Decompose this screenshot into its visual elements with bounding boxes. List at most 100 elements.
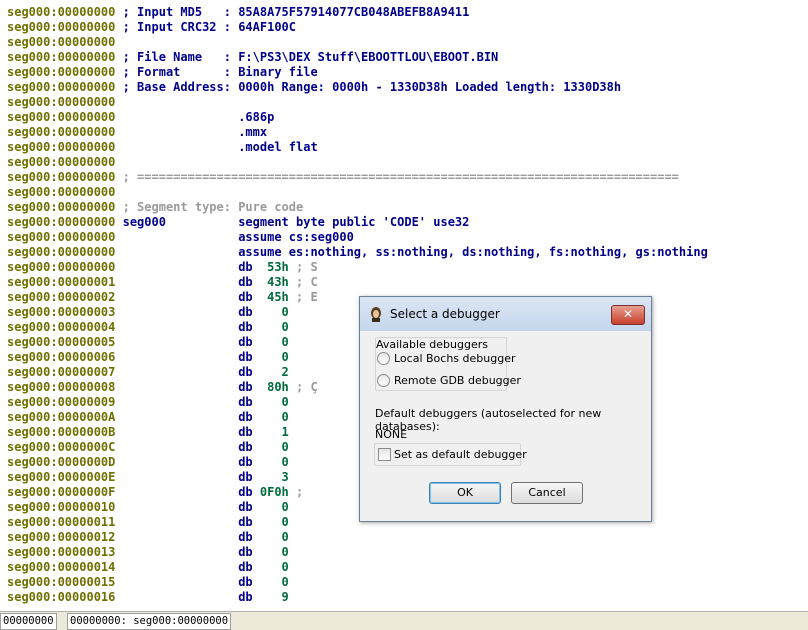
listing-line[interactable]: seg000:00000000 ; Input CRC32 : 64AF100C <box>7 20 296 35</box>
listing-line[interactable]: seg000:00000009 db 0 <box>7 395 289 410</box>
listing-line[interactable]: seg000:0000000A db 0 <box>7 410 289 425</box>
listing-line[interactable]: seg000:00000002 db 45h ; E <box>7 290 318 305</box>
line-text: db <box>115 440 282 454</box>
listing-line[interactable]: seg000:00000000 <box>7 35 115 50</box>
listing-line[interactable]: seg000:00000015 db 0 <box>7 575 289 590</box>
line-text: ; Input MD5 : 85A8A75F57914077CB048ABEFB… <box>115 5 470 19</box>
line-address: seg000:00000013 <box>7 545 116 559</box>
line-text: ; Input CRC32 : 64AF100C <box>115 20 296 34</box>
ok-button[interactable]: OK <box>429 482 501 504</box>
listing-line[interactable]: seg000:00000005 db 0 <box>7 335 289 350</box>
line-text: db <box>115 485 260 499</box>
line-address: seg000:00000000 <box>7 215 116 229</box>
listing-line[interactable]: seg000:00000006 db 0 <box>7 350 289 365</box>
listing-line[interactable]: seg000:00000000 <box>7 155 115 170</box>
line-address: seg000:00000000 <box>7 170 116 184</box>
listing-line[interactable]: seg000:00000007 db 2 <box>7 365 289 380</box>
line-address: seg000:00000000 <box>7 200 116 214</box>
line-address: seg000:00000015 <box>7 575 116 589</box>
line-text: db <box>115 575 282 589</box>
listing-line[interactable]: seg000:00000000 <box>7 185 115 200</box>
listing-line[interactable]: seg000:00000000 assume es:nothing, ss:no… <box>7 245 708 260</box>
line-text: 0 <box>281 305 289 319</box>
line-text: db <box>115 590 282 604</box>
listing-line[interactable]: seg000:00000003 db 0 <box>7 305 289 320</box>
listing-line[interactable]: seg000:00000000 db 53h ; S <box>7 260 318 275</box>
line-text: 3 <box>281 470 289 484</box>
radio-local-bochs[interactable] <box>377 352 390 365</box>
line-text: ; ======================================… <box>115 170 679 184</box>
line-text: db <box>115 455 282 469</box>
line-address: seg000:0000000C <box>7 440 116 454</box>
listing-line[interactable]: seg000:00000000 ; Input MD5 : 85A8A75F57… <box>7 5 469 20</box>
line-text: db <box>115 425 282 439</box>
listing-line[interactable]: seg000:00000012 db 0 <box>7 530 289 545</box>
dialog-title: Select a debugger <box>390 307 500 321</box>
listing-line[interactable]: seg000:00000011 db 0 <box>7 515 289 530</box>
line-text: 0 <box>281 515 289 529</box>
dialog-titlebar[interactable]: Select a debugger ✕ <box>360 297 651 331</box>
line-address: seg000:0000000D <box>7 455 116 469</box>
available-debuggers-label: Available debuggers <box>376 338 488 351</box>
listing-line[interactable]: seg000:00000000 .mmx <box>7 125 267 140</box>
line-text: 0 <box>281 350 289 364</box>
cancel-button[interactable]: Cancel <box>511 482 583 504</box>
listing-line[interactable]: seg000:00000001 db 43h ; C <box>7 275 318 290</box>
line-address: seg000:00000000 <box>7 140 116 154</box>
line-text: 2 <box>281 365 289 379</box>
listing-line[interactable]: seg000:00000000 ; File Name : F:\PS3\DEX… <box>7 50 498 65</box>
line-address: seg000:00000009 <box>7 395 116 409</box>
line-address: seg000:00000001 <box>7 275 116 289</box>
listing-line[interactable]: seg000:00000000 assume cs:seg000 <box>7 230 354 245</box>
set-default-checkbox[interactable] <box>378 448 391 461</box>
listing-line[interactable]: seg000:00000010 db 0 <box>7 500 289 515</box>
listing-line[interactable]: seg000:00000013 db 0 <box>7 545 289 560</box>
line-text: 0 <box>281 440 289 454</box>
listing-line[interactable]: seg000:00000000 seg000 segment byte publ… <box>7 215 469 230</box>
listing-line[interactable]: seg000:00000014 db 0 <box>7 560 289 575</box>
line-text: ; C <box>288 275 318 289</box>
line-text: db <box>115 320 282 334</box>
line-address: seg000:00000000 <box>7 20 116 34</box>
listing-line[interactable]: seg000:00000000 ; Format : Binary file <box>7 65 318 80</box>
listing-line[interactable]: seg000:00000000 ; Base Address: 0000h Ra… <box>7 80 621 95</box>
radio-remote-gdb-label[interactable]: Remote GDB debugger <box>394 374 521 387</box>
line-text: 0 <box>281 545 289 559</box>
listing-line[interactable]: seg000:0000000C db 0 <box>7 440 289 455</box>
line-address: seg000:00000010 <box>7 500 116 514</box>
line-address: seg000:00000000 <box>7 155 116 169</box>
line-text: 0 <box>281 455 289 469</box>
listing-line[interactable]: seg000:00000000 .model flat <box>7 140 318 155</box>
line-address: seg000:00000000 <box>7 35 116 49</box>
listing-line[interactable]: seg000:0000000D db 0 <box>7 455 289 470</box>
line-text: ; File Name : F:\PS3\DEX Stuff\EBOOTTLOU… <box>115 50 499 64</box>
line-address: seg000:00000000 <box>7 185 116 199</box>
line-text: seg000 segment byte public 'CODE' use32 <box>115 215 470 229</box>
listing-line[interactable]: seg000:0000000E db 3 <box>7 470 289 485</box>
line-text: 0 <box>281 530 289 544</box>
listing-line[interactable]: seg000:0000000F db 0F0h ; <box>7 485 303 500</box>
close-button[interactable]: ✕ <box>611 305 645 325</box>
line-address: seg000:00000000 <box>7 125 116 139</box>
line-text: db <box>115 500 282 514</box>
listing-line[interactable]: seg000:00000000 ; Segment type: Pure cod… <box>7 200 303 215</box>
default-debuggers-label: Default debuggers (autoselected for new … <box>375 407 602 433</box>
line-text: ; Segment type: Pure code <box>115 200 304 214</box>
listing-line[interactable]: seg000:00000000 ; ======================… <box>7 170 679 185</box>
line-text: ; Format : Binary file <box>115 65 318 79</box>
radio-local-bochs-label[interactable]: Local Bochs debugger <box>394 352 516 365</box>
radio-remote-gdb[interactable] <box>377 374 390 387</box>
listing-line[interactable]: seg000:00000016 db 9 <box>7 590 289 605</box>
set-default-label[interactable]: Set as default debugger <box>394 448 527 461</box>
line-text: 45h <box>267 290 289 304</box>
line-text: ; E <box>288 290 318 304</box>
listing-line[interactable]: seg000:0000000B db 1 <box>7 425 289 440</box>
ida-app-icon <box>371 307 381 322</box>
listing-line[interactable]: seg000:00000000 <box>7 95 115 110</box>
line-address: seg000:00000003 <box>7 305 116 319</box>
listing-line[interactable]: seg000:00000000 .686p <box>7 110 274 125</box>
select-debugger-dialog: Select a debugger ✕ Available debuggers … <box>359 296 652 522</box>
listing-line[interactable]: seg000:00000008 db 80h ; Ç <box>7 380 318 395</box>
listing-line[interactable]: seg000:00000004 db 0 <box>7 320 289 335</box>
line-address: seg000:00000000 <box>7 80 116 94</box>
